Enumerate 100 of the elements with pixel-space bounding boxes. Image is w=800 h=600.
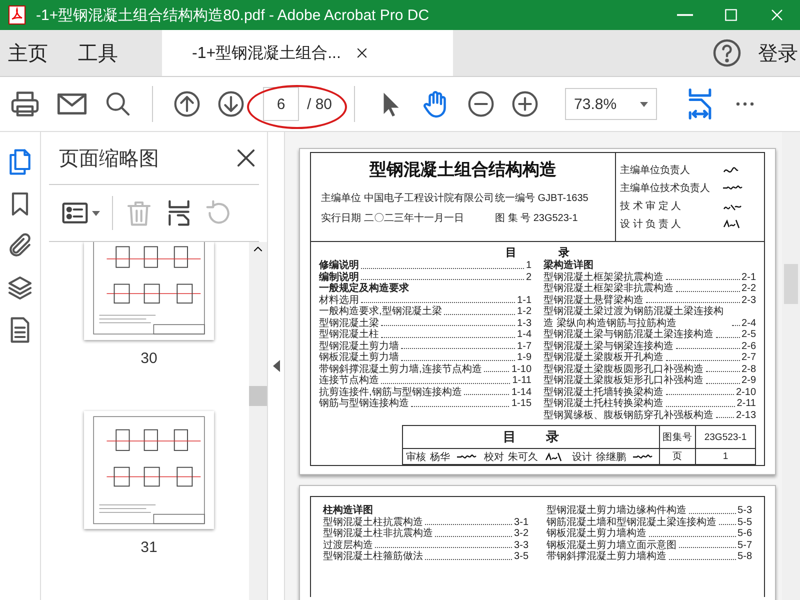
strip-value: 1 [696, 449, 756, 465]
page-number: 3-2 [514, 528, 528, 540]
scrollbar-thumb[interactable] [249, 386, 267, 406]
toc-entry: 型钢混凝土柱非抗震构造 [323, 528, 433, 540]
print-icon [10, 89, 40, 119]
strip-title: 录 [546, 428, 559, 446]
sidebar-tool-button[interactable] [6, 274, 34, 302]
pdf-app-icon [8, 5, 26, 25]
arrow-down-icon [217, 90, 245, 118]
page-number: 2-10 [736, 386, 756, 398]
page-number: 1-9 [517, 352, 532, 364]
toc-entry: 型钢混凝土框架梁非抗震构造 [544, 283, 674, 294]
title-field: 主编单位 中国电子工程设计院有限公司 [321, 191, 495, 205]
toc-entry: 连接节点构造 [319, 375, 379, 386]
scrollbar[interactable] [249, 242, 267, 600]
toc-entry: 型钢混凝土剪力墙 [319, 340, 399, 352]
page-number: 2-8 [742, 364, 756, 375]
page-label: 30 [140, 350, 158, 367]
title-field: 统一编号 GJBT-1635 [495, 191, 605, 205]
page-number: 2-2 [742, 283, 756, 294]
page-number: 2-1 [742, 272, 756, 283]
dot-leader [666, 394, 734, 395]
toc-entry: 钢板混凝土剪力墙构造 [546, 528, 646, 540]
dot-leader [484, 371, 510, 372]
page-number: 5-3 [738, 505, 752, 516]
toc-entry: 型钢混凝土剪力墙边缘构件构造 [546, 505, 686, 516]
login-button[interactable]: 登录 [758, 30, 800, 76]
dot-leader [706, 382, 740, 384]
toc-entry: 型钢翼缘板、腹板钢筋穿孔补强板构造 [544, 410, 714, 421]
toc-entry: 带钢斜撑混凝土剪力墙构造 [546, 551, 666, 562]
toc-entry: 型钢混凝土框架梁抗震构造 [544, 272, 664, 282]
toc-entry: 一般规定及构造要求 [319, 283, 409, 294]
toc-entry: 型钢混凝土梁与钢梁连接构造 [544, 340, 674, 352]
page-number: 1-15 [511, 398, 532, 410]
dot-leader [718, 524, 736, 525]
window-title: -1+型钢混凝土组合结构构造80.pdf - Adobe Acrobat Pro DC [36, 6, 430, 24]
page-number: 2-4 [742, 318, 756, 329]
dot-leader [668, 558, 736, 560]
toc-entry: 型钢混凝土梁 [319, 318, 379, 328]
dot-leader [678, 547, 736, 548]
toc-entry: 型钢混凝土柱 [319, 329, 379, 340]
page-number: 2 [526, 272, 532, 283]
page-number-field[interactable]: 6 [263, 87, 299, 121]
dot-leader [676, 290, 740, 292]
close-icon [354, 46, 369, 60]
strip-cell-text: 杨华 [430, 450, 450, 464]
strip-value: 23G523-1 [696, 426, 756, 449]
document-tab[interactable]: -1+型钢混凝土组合... [162, 30, 453, 76]
zoom-in-icon [511, 90, 540, 118]
dot-leader [706, 371, 740, 372]
close-icon [769, 7, 785, 23]
page-number: 1-11 [512, 375, 532, 386]
page-number: 5-7 [738, 540, 752, 551]
zoom-dropdown[interactable]: 73.8% [565, 88, 658, 120]
dot-leader [688, 512, 736, 514]
toc-entry: 柱构造详图 [323, 505, 373, 516]
trash-icon [125, 199, 153, 227]
page-number: 5-6 [738, 528, 752, 540]
nav-tab[interactable]: 主页 [0, 30, 70, 76]
toc-entry: 编制说明 [319, 272, 359, 282]
toc-entry: 钢筋混凝土墙和型钢混凝土梁连接构造 [546, 516, 716, 528]
toc-entry: 梁构造详图 [544, 260, 594, 272]
dot-leader [464, 394, 510, 395]
page-number: 2-7 [742, 352, 756, 364]
caret-icon [92, 210, 100, 216]
page-number: 5-5 [738, 516, 752, 528]
signoff-role: 主编单位技术负责人 [620, 182, 711, 195]
scrollbar[interactable] [782, 132, 800, 600]
page-number: 3-3 [514, 540, 528, 551]
page-label: 31 [140, 539, 158, 556]
page-number: 1 [526, 260, 532, 272]
page-number: 1-3 [517, 318, 532, 329]
toc-entry: 型钢混凝土托柱转换梁构造 [544, 398, 664, 410]
toc-heading: 目 [506, 246, 516, 260]
dot-leader [716, 336, 740, 338]
scrollbar-thumb[interactable] [784, 264, 798, 304]
signoff-role: 技 术 审 定 人 [620, 200, 682, 213]
toc-entry: 抗剪连接件,钢筋与型钢连接构造 [319, 386, 462, 398]
page-number: 5-8 [738, 551, 752, 562]
dot-leader [676, 348, 740, 349]
document-title: 型钢混凝土组合结构构造 [368, 159, 558, 181]
nav-tab[interactable]: 工具 [70, 30, 140, 76]
strip-cell-text: 审核 [406, 450, 426, 464]
toc-entry: 修编说明 [319, 260, 359, 272]
help-icon [712, 38, 742, 68]
zoom-out-icon [467, 90, 496, 118]
toc-entry: 型钢混凝土悬臂梁构造 [544, 294, 644, 306]
strip-title: 目 [503, 428, 516, 446]
page-number: 3-5 [514, 551, 528, 562]
page-number: 2-3 [742, 294, 756, 306]
page-number: 2-6 [742, 340, 756, 352]
signoff-role: 设 计 负 责 人 [620, 218, 682, 231]
toc-entry: 一般构造要求,型钢混凝土梁 [319, 306, 442, 318]
page-count: / 80 [307, 96, 332, 112]
page-number: 2-5 [742, 329, 756, 340]
signoff-role: 主编单位负责人 [620, 164, 691, 177]
toc-heading: 录 [558, 246, 570, 260]
dot-leader [716, 417, 734, 418]
page-number: 2-11 [736, 398, 756, 410]
title-field: 实行日期 二〇二三年十一月一日 [321, 211, 495, 225]
